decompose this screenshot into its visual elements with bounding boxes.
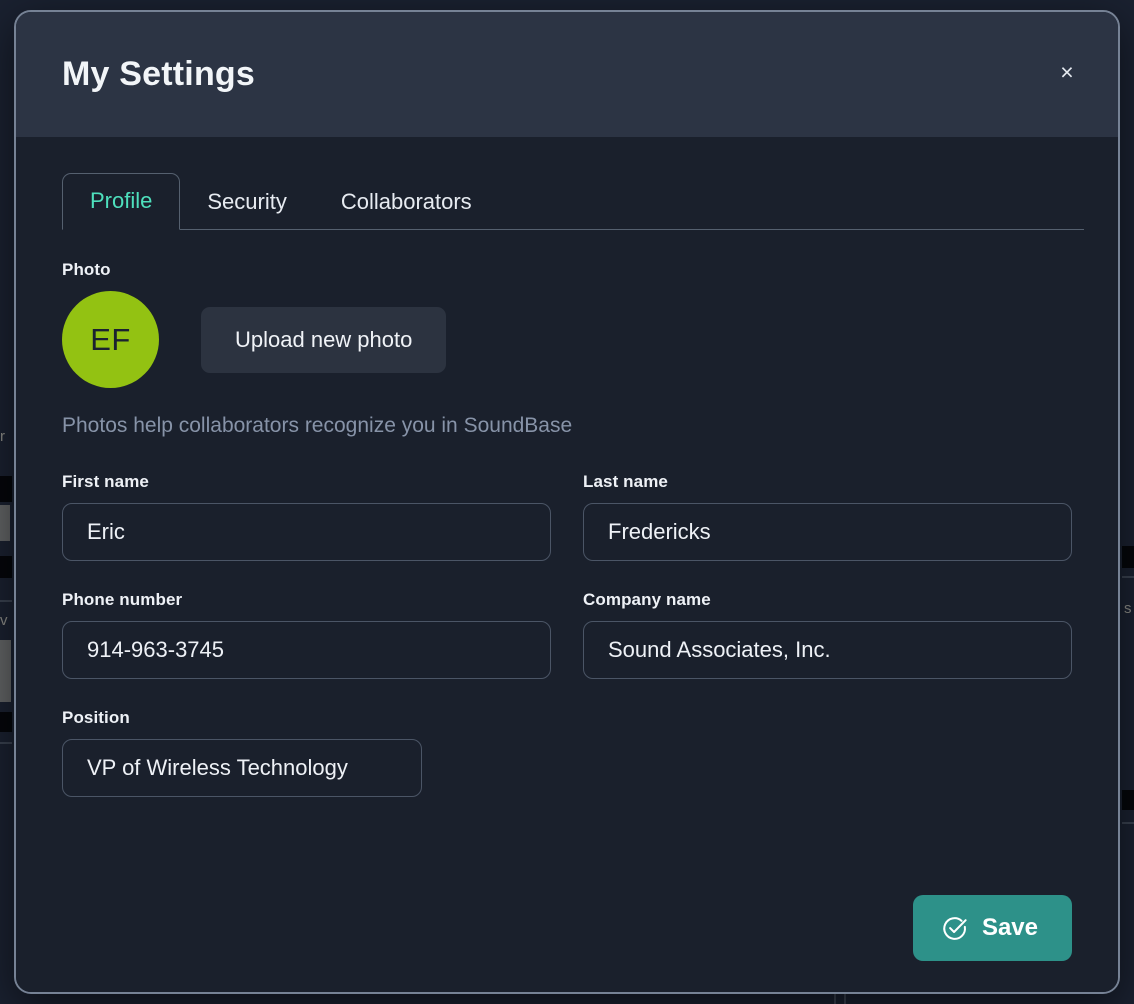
backdrop-artifact xyxy=(0,742,12,744)
tab-bar: Profile Security Collaborators xyxy=(62,162,1084,230)
last-name-label: Last name xyxy=(583,472,668,491)
backdrop-artifact xyxy=(0,476,12,502)
profile-form: First name Last name Phone number Compan… xyxy=(62,472,1072,797)
backdrop-artifact: r xyxy=(0,428,5,445)
backdrop-artifact xyxy=(0,556,12,578)
form-row-position: Position xyxy=(62,708,1072,797)
field-company-name: Company name xyxy=(583,590,1072,679)
phone-number-input[interactable] xyxy=(62,621,551,679)
position-input[interactable] xyxy=(62,739,422,797)
backdrop-artifact xyxy=(1122,790,1134,810)
check-circle-icon xyxy=(943,916,967,940)
position-label: Position xyxy=(62,708,130,727)
backdrop-artifact: s xyxy=(1124,600,1132,617)
form-row-contact: Phone number Company name xyxy=(62,590,1072,679)
modal-header: My Settings × xyxy=(16,12,1118,137)
page-title: My Settings xyxy=(62,55,256,93)
photo-row: EF Upload new photo xyxy=(62,291,1072,388)
tab-collaborators[interactable]: Collaborators xyxy=(314,175,499,230)
close-icon[interactable]: × xyxy=(1052,57,1082,87)
tab-security[interactable]: Security xyxy=(180,175,313,230)
photo-hint-text: Photos help collaborators recognize you … xyxy=(62,414,573,437)
photo-label: Photo xyxy=(62,260,111,279)
form-row-names: First name Last name xyxy=(62,472,1072,561)
backdrop-artifact: v xyxy=(0,612,8,629)
modal-body: Profile Security Collaborators Photo EF … xyxy=(16,162,1118,992)
last-name-input[interactable] xyxy=(583,503,1072,561)
backdrop-artifact xyxy=(1122,546,1134,568)
tab-profile[interactable]: Profile xyxy=(62,173,181,230)
field-position: Position xyxy=(62,708,422,797)
settings-modal: My Settings × Profile Security Collabora… xyxy=(14,10,1120,994)
first-name-input[interactable] xyxy=(62,503,551,561)
photo-section: Photo EF Upload new photo Photos help co… xyxy=(62,260,1072,438)
company-name-label: Company name xyxy=(583,590,711,609)
save-button[interactable]: Save xyxy=(912,895,1072,961)
backdrop-artifact xyxy=(1122,822,1134,824)
backdrop-artifact xyxy=(0,600,12,602)
field-first-name: First name xyxy=(62,472,551,561)
backdrop-artifact xyxy=(0,712,12,732)
first-name-label: First name xyxy=(62,472,149,491)
field-last-name: Last name xyxy=(583,472,1072,561)
backdrop-artifact xyxy=(1122,576,1134,578)
company-name-input[interactable] xyxy=(583,621,1072,679)
field-phone-number: Phone number xyxy=(62,590,551,679)
save-button-label: Save xyxy=(981,914,1038,941)
backdrop-artifact xyxy=(0,640,11,702)
upload-new-photo-button[interactable]: Upload new photo xyxy=(201,306,447,373)
modal-footer: Save xyxy=(912,895,1072,961)
backdrop-artifact xyxy=(0,505,10,541)
phone-number-label: Phone number xyxy=(62,590,183,609)
avatar[interactable]: EF xyxy=(62,291,159,388)
